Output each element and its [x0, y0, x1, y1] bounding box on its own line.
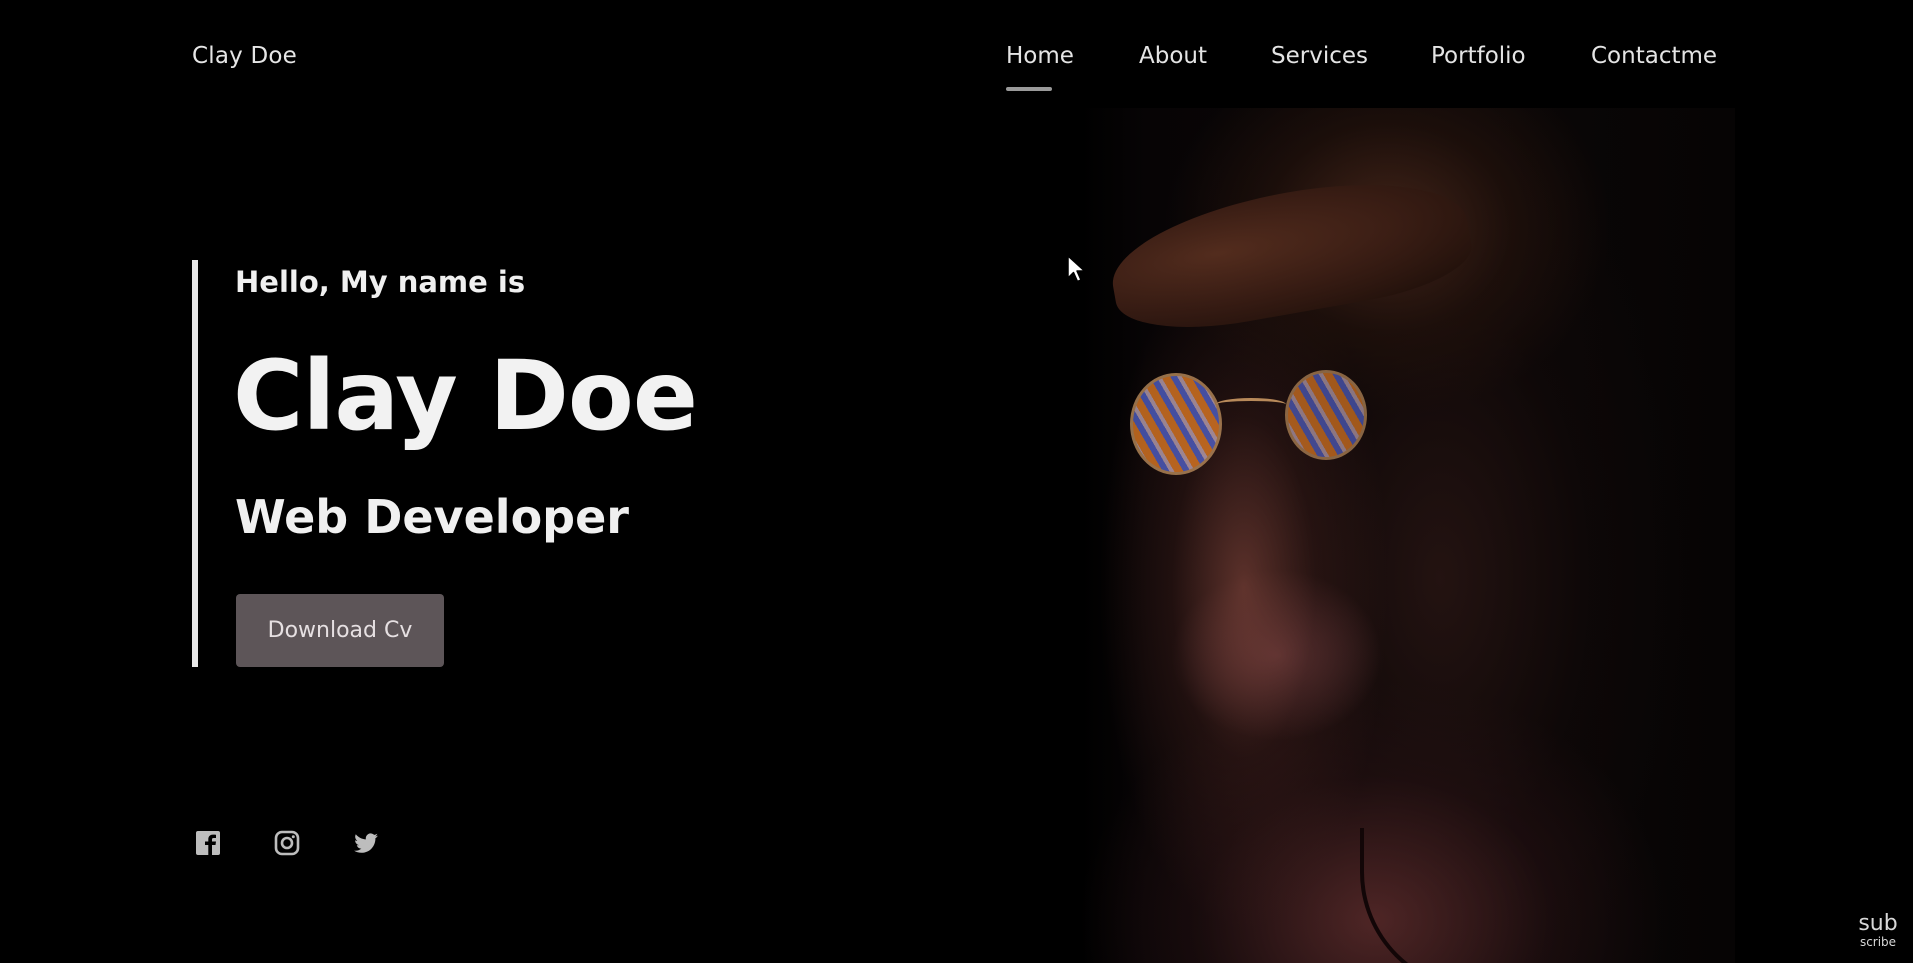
active-nav-indicator: [1006, 87, 1052, 91]
portfolio-page: Clay Doe Home About Services Portfolio C…: [0, 0, 1913, 963]
nav-services[interactable]: Services: [1271, 43, 1368, 69]
hero-role: Web Developer: [235, 490, 629, 544]
subscribe-watermark[interactable]: sub scribe: [1855, 911, 1901, 949]
subscribe-watermark-line1: sub: [1858, 911, 1898, 936]
facebook-icon[interactable]: [195, 830, 221, 856]
nav-about[interactable]: About: [1139, 43, 1207, 69]
portrait-cap-shape: [1102, 162, 1478, 344]
hero-name: Clay Doe: [233, 340, 698, 452]
instagram-icon[interactable]: [274, 830, 300, 856]
download-cv-button[interactable]: Download Cv: [236, 594, 444, 667]
nav-portfolio[interactable]: Portfolio: [1431, 43, 1526, 69]
hero-portrait-image: [1080, 108, 1735, 963]
portrait-glasses-lens-right: [1285, 370, 1367, 460]
hero-greeting: Hello, My name is: [235, 265, 526, 299]
nav-contactme[interactable]: Contactme: [1591, 43, 1717, 69]
portrait-shirt-collar: [1360, 828, 1624, 963]
hero-accent-bar: [192, 260, 198, 667]
subscribe-watermark-line2: scribe: [1859, 935, 1897, 949]
portrait-glasses-bridge: [1216, 398, 1286, 411]
nav-home[interactable]: Home: [1006, 43, 1074, 69]
mouse-cursor-icon: [1066, 254, 1088, 284]
portrait-glasses-lens-left: [1130, 373, 1222, 475]
twitter-icon[interactable]: [353, 830, 379, 856]
site-logo[interactable]: Clay Doe: [192, 43, 297, 69]
